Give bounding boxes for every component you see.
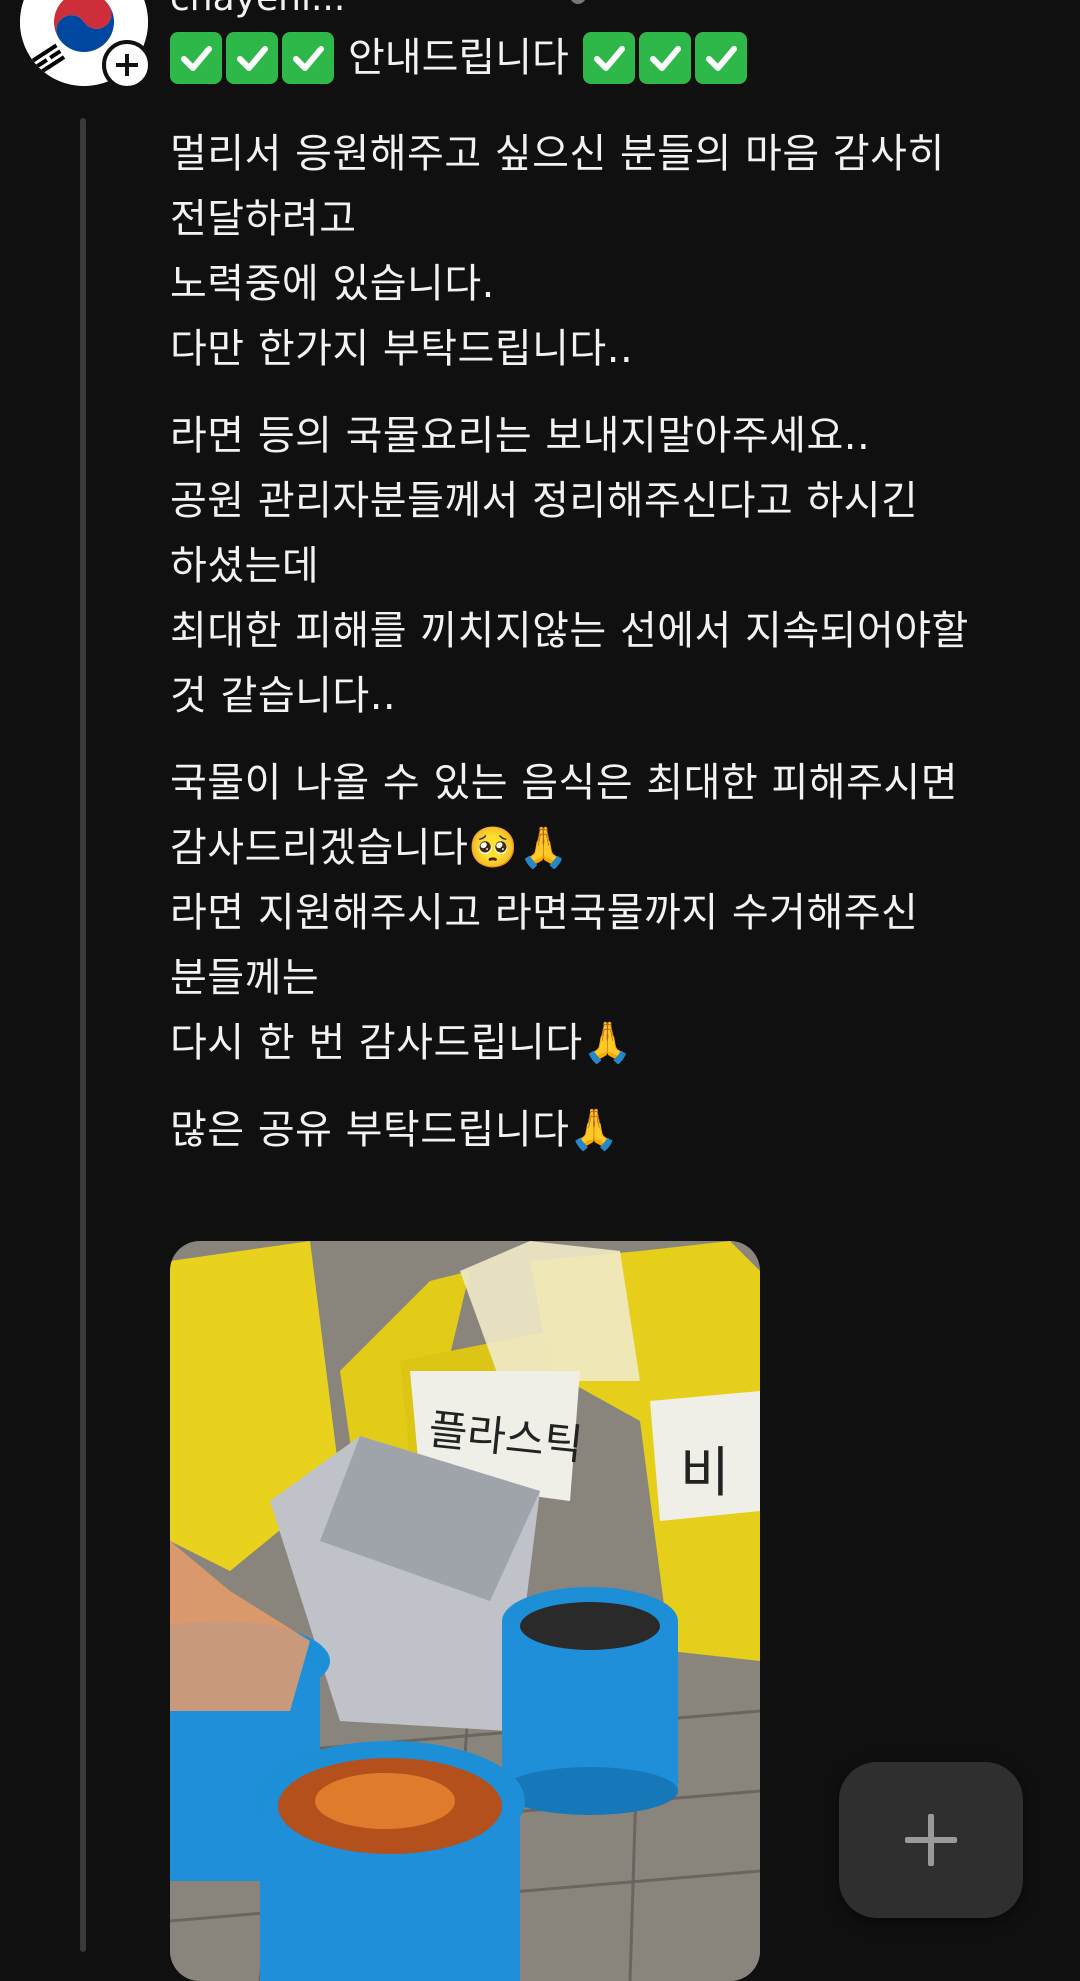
post-text-line: 감사드리겠습니다🥺🙏: [170, 825, 570, 871]
post-headline: 안내드립니다: [170, 30, 747, 86]
post-paragraph: 라면 등의 국물요리는 보내지말아주세요.. 공원 관리자분들께서 정리해주신다고…: [170, 404, 1050, 729]
post-text-line: 하셨는데: [170, 543, 320, 589]
post-text-line: 다시 한 번 감사드립니다🙏: [170, 1020, 633, 1066]
check-mark-button-icon: [582, 32, 635, 84]
meta-indicator: [570, 0, 586, 4]
post-text-line: 멀리서 응원해주고 싶으신 분들의 마음 감사히: [170, 131, 945, 177]
post-text-line: 라면 지원해주시고 라면국물까지 수거해주신: [170, 890, 919, 936]
headline-prefix-icons: [170, 32, 334, 84]
post-text-line: 다만 한가지 부탁드립니다..: [170, 326, 634, 372]
post-text-line: 노력중에 있습니다.: [170, 261, 495, 307]
post-paragraph: 많은 공유 부탁드립니다🙏: [170, 1098, 1050, 1163]
headline-text: 안내드립니다: [348, 35, 569, 81]
post-text-line: 많은 공유 부탁드립니다🙏: [170, 1107, 620, 1153]
post-text-line: 것 같습니다..: [170, 673, 397, 719]
post-text-line: 라면 등의 국물요리는 보내지말아주세요..: [170, 413, 871, 459]
check-mark-button-icon: [282, 32, 334, 84]
check-mark-button-icon: [694, 32, 747, 84]
photo-trash-bins-image: 플라스틱 비: [170, 1241, 760, 1981]
post-text-line: 분들께는: [170, 955, 320, 1001]
headline-suffix-icons: [582, 32, 747, 84]
compose-fab-button[interactable]: [839, 1762, 1023, 1918]
post-text-line: 국물이 나올 수 있는 음식은 최대한 피해주시면: [170, 760, 958, 806]
post-text-line: 최대한 피해를 끼치지않는 선에서 지속되어야할: [170, 608, 969, 654]
photo-sign-partial: 비: [680, 1443, 730, 1503]
plus-icon: [116, 54, 138, 76]
check-mark-button-icon: [638, 32, 691, 84]
author-username[interactable]: chayeni...: [170, 0, 345, 19]
post-paragraph: 국물이 나올 수 있는 음식은 최대한 피해주시면감사드리겠습니다🥺🙏 라면 지원…: [170, 751, 1050, 1076]
post-paragraph: 멀리서 응원해주고 싶으신 분들의 마음 감사히전달하려고노력중에 있습니다. 다…: [170, 122, 1050, 382]
thread-connector-line: [80, 118, 86, 1952]
check-mark-button-icon: [226, 32, 278, 84]
post-text-line: 전달하려고: [170, 196, 357, 242]
post-text-line: 공원 관리자분들께서 정리해주신다고 하시긴: [170, 478, 919, 524]
post-photo[interactable]: 플라스틱 비: [170, 1241, 760, 1981]
check-mark-button-icon: [170, 32, 222, 84]
plus-icon: [905, 1814, 957, 1866]
post-body: 멀리서 응원해주고 싶으신 분들의 마음 감사히전달하려고노력중에 있습니다. 다…: [170, 122, 1050, 1185]
follow-button[interactable]: [102, 40, 152, 90]
